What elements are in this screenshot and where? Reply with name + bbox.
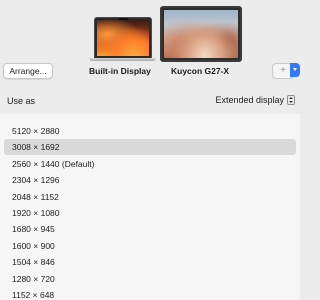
resolution-option[interactable]: 1504 × 846 <box>4 254 296 270</box>
up-down-chevron-icon <box>287 95 295 105</box>
resolution-option[interactable]: 1680 × 945 <box>4 221 296 237</box>
resolution-option[interactable]: 5120 × 2880 <box>4 123 296 139</box>
laptop-base <box>89 58 156 61</box>
resolution-option[interactable]: 3008 × 1692 <box>4 139 296 156</box>
use-as-label: Use as <box>7 96 36 106</box>
external-wallpaper <box>164 10 238 58</box>
use-as-select[interactable]: Extended display <box>215 93 295 107</box>
built-in-display-label[interactable]: Built-in Display <box>89 66 151 76</box>
resolution-list: 5120 × 2880 3008 × 1692 2560 × 1440 (Defau… <box>4 123 296 300</box>
external-display-frame <box>160 6 242 62</box>
display-settings-window: Arrange... Built-in Display Kuycon G27-X… <box>0 0 300 300</box>
resolution-option[interactable]: 2048 × 1152 <box>4 189 296 205</box>
laptop-wallpaper <box>97 20 149 56</box>
resolution-option[interactable]: 1152 × 648 <box>4 287 296 300</box>
use-as-row: Use as Extended display <box>0 86 300 114</box>
laptop-screen <box>94 17 152 59</box>
use-as-value: Extended display <box>215 95 284 105</box>
arrange-button[interactable]: Arrange... <box>3 63 53 79</box>
external-display-icon[interactable] <box>160 6 242 64</box>
display-settings-panel: Use as Extended display 5120 × 2880 3008 … <box>0 86 300 300</box>
resolution-option[interactable]: 2560 × 1440 (Default) <box>4 156 296 172</box>
resolution-option[interactable]: 1600 × 900 <box>4 238 296 254</box>
resolution-option[interactable]: 1280 × 720 <box>4 271 296 287</box>
resolution-option[interactable]: 2304 × 1296 <box>4 172 296 188</box>
external-display-label[interactable]: Kuycon G27-X <box>171 66 229 76</box>
laptop-notch <box>119 18 128 20</box>
add-display-dropdown[interactable] <box>290 63 300 77</box>
display-arrangement-area: Arrange... Built-in Display Kuycon G27-X… <box>0 0 300 86</box>
resolution-option[interactable]: 1920 × 1080 <box>4 205 296 221</box>
